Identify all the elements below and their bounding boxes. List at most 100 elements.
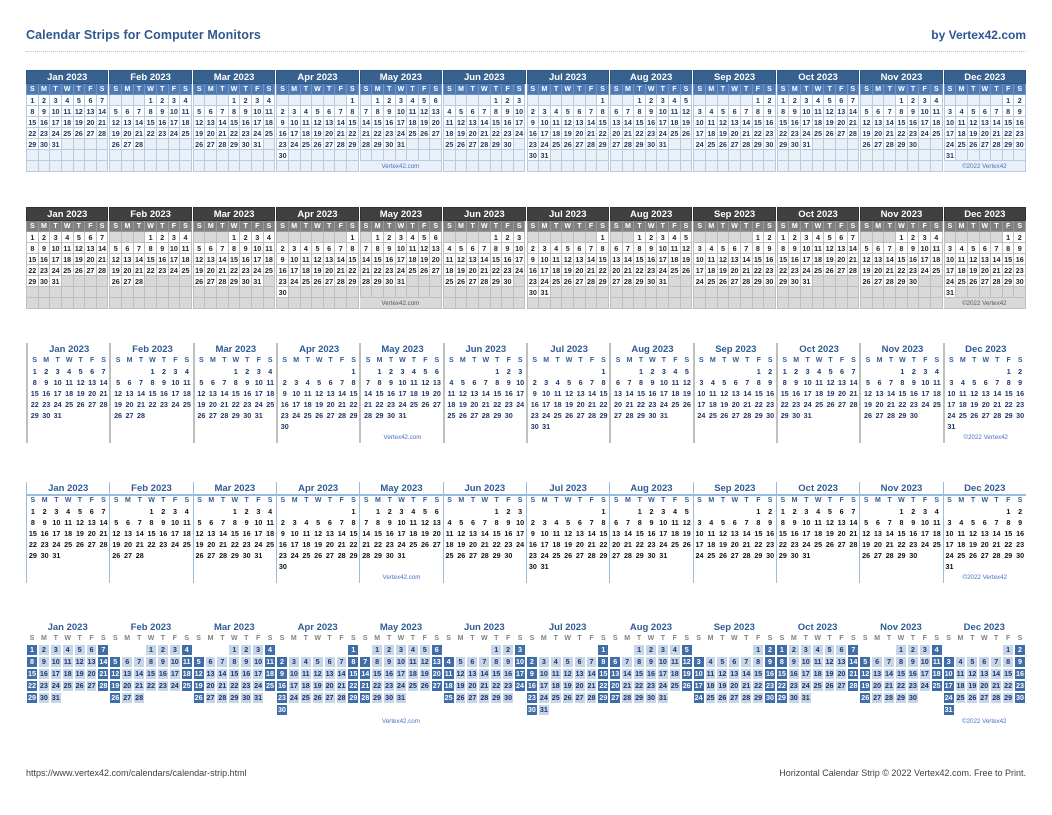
day-cell[interactable]: 19	[824, 117, 836, 128]
day-cell[interactable]: 9	[383, 243, 396, 254]
day-cell[interactable]: 1	[228, 644, 241, 656]
day-cell[interactable]: 24	[395, 680, 407, 692]
day-cell[interactable]: 7	[741, 517, 753, 528]
day-cell[interactable]: 12	[716, 668, 729, 680]
day-cell[interactable]: 9	[906, 656, 919, 668]
day-cell[interactable]: 17	[49, 668, 62, 680]
day-cell[interactable]: 8	[26, 243, 39, 254]
day-cell[interactable]: 24	[657, 128, 670, 139]
day-cell[interactable]: 20	[979, 128, 992, 139]
day-cell[interactable]: 28	[740, 139, 753, 150]
day-cell[interactable]: 14	[335, 668, 348, 680]
day-cell[interactable]: 4	[442, 656, 455, 668]
day-cell[interactable]: 9	[1014, 106, 1027, 117]
day-cell[interactable]: 18	[300, 265, 313, 276]
day-cell[interactable]: 26	[454, 692, 467, 704]
day-cell[interactable]: 9	[526, 117, 540, 128]
day-cell[interactable]: 1	[752, 95, 765, 106]
day-cell[interactable]: 23	[645, 265, 658, 276]
day-cell[interactable]: 4	[550, 243, 563, 254]
day-cell[interactable]: 25	[931, 399, 942, 410]
day-cell[interactable]: 26	[418, 680, 431, 692]
day-cell[interactable]: 23	[789, 539, 801, 550]
day-cell[interactable]: 19	[562, 128, 575, 139]
day-cell[interactable]: 28	[991, 550, 1003, 561]
day-cell[interactable]: 12	[110, 528, 122, 539]
day-cell[interactable]: 28	[217, 550, 229, 561]
day-cell[interactable]: 23	[906, 680, 919, 692]
day-cell[interactable]: 21	[217, 128, 229, 139]
day-cell[interactable]: 31	[537, 704, 550, 716]
day-cell[interactable]: 6	[979, 517, 991, 528]
day-cell[interactable]: 3	[943, 106, 957, 117]
day-cell[interactable]: 2	[385, 366, 396, 377]
day-cell[interactable]: 3	[288, 243, 301, 254]
day-cell[interactable]: 3	[919, 506, 931, 517]
day-cell[interactable]: 19	[967, 539, 979, 550]
day-cell[interactable]: 17	[289, 539, 301, 550]
day-cell[interactable]: 21	[991, 128, 1003, 139]
day-cell[interactable]: 3	[514, 506, 526, 517]
day-cell[interactable]: 6	[467, 243, 479, 254]
day-cell[interactable]: 26	[419, 539, 431, 550]
day-cell[interactable]: 20	[469, 399, 480, 410]
day-cell[interactable]: 24	[252, 539, 264, 550]
day-cell[interactable]: 28	[885, 410, 896, 421]
day-cell[interactable]: 18	[300, 128, 313, 139]
day-cell[interactable]: 27	[874, 410, 885, 421]
day-cell[interactable]: 11	[264, 377, 275, 388]
day-cell[interactable]: 3	[539, 243, 551, 254]
day-cell[interactable]: 10	[169, 517, 181, 528]
day-cell[interactable]: 31	[540, 421, 551, 432]
day-cell[interactable]: 15	[26, 254, 39, 265]
day-cell[interactable]: 30	[764, 276, 776, 287]
day-cell[interactable]: 14	[585, 254, 598, 265]
day-cell[interactable]: 22	[147, 399, 158, 410]
day-cell[interactable]: 8	[146, 517, 158, 528]
day-cell[interactable]: 6	[874, 377, 885, 388]
day-cell[interactable]: 11	[442, 668, 455, 680]
day-cell[interactable]: 23	[787, 680, 800, 692]
day-cell[interactable]: 4	[181, 366, 192, 377]
day-cell[interactable]: 29	[1002, 139, 1015, 150]
day-cell[interactable]: 29	[752, 276, 765, 287]
day-cell[interactable]: 29	[753, 410, 764, 421]
day-cell[interactable]: 5	[967, 243, 980, 254]
day-cell[interactable]: 28	[216, 692, 229, 704]
day-cell[interactable]: 23	[275, 692, 288, 704]
day-cell[interactable]: 22	[26, 265, 39, 276]
day-cell[interactable]: 29	[347, 692, 360, 704]
day-cell[interactable]: 18	[408, 388, 419, 399]
day-cell[interactable]: 5	[680, 644, 693, 656]
day-cell[interactable]: 30	[38, 139, 51, 150]
day-cell[interactable]: 30	[502, 139, 514, 150]
day-cell[interactable]: 9	[275, 668, 288, 680]
day-cell[interactable]: 3	[253, 366, 264, 377]
day-cell[interactable]: 10	[251, 243, 264, 254]
day-cell[interactable]: 18	[956, 265, 968, 276]
day-cell[interactable]: 12	[75, 377, 86, 388]
day-cell[interactable]: 29	[896, 550, 908, 561]
day-cell[interactable]: 22	[752, 128, 765, 139]
day-cell[interactable]: 25	[62, 539, 74, 550]
day-cell[interactable]: 25	[706, 139, 718, 150]
day-cell[interactable]: 22	[896, 128, 908, 139]
day-cell[interactable]: 23	[1014, 265, 1027, 276]
day-cell[interactable]: 4	[552, 377, 563, 388]
day-cell[interactable]: 3	[251, 95, 264, 106]
day-cell[interactable]: 14	[622, 254, 635, 265]
day-cell[interactable]: 13	[430, 656, 443, 668]
day-cell[interactable]: 18	[930, 668, 943, 680]
day-cell[interactable]: 16	[384, 528, 396, 539]
day-cell[interactable]: 4	[668, 644, 681, 656]
day-cell[interactable]: 13	[466, 668, 479, 680]
day-cell[interactable]: 8	[348, 377, 359, 388]
day-cell[interactable]: 5	[419, 506, 431, 517]
day-cell[interactable]: 12	[824, 106, 836, 117]
day-cell[interactable]: 23	[279, 410, 290, 421]
day-cell[interactable]: 20	[122, 265, 134, 276]
day-cell[interactable]: 25	[63, 399, 74, 410]
day-cell[interactable]: 5	[420, 366, 431, 377]
day-cell[interactable]: 5	[455, 243, 468, 254]
day-cell[interactable]: 23	[383, 128, 396, 139]
